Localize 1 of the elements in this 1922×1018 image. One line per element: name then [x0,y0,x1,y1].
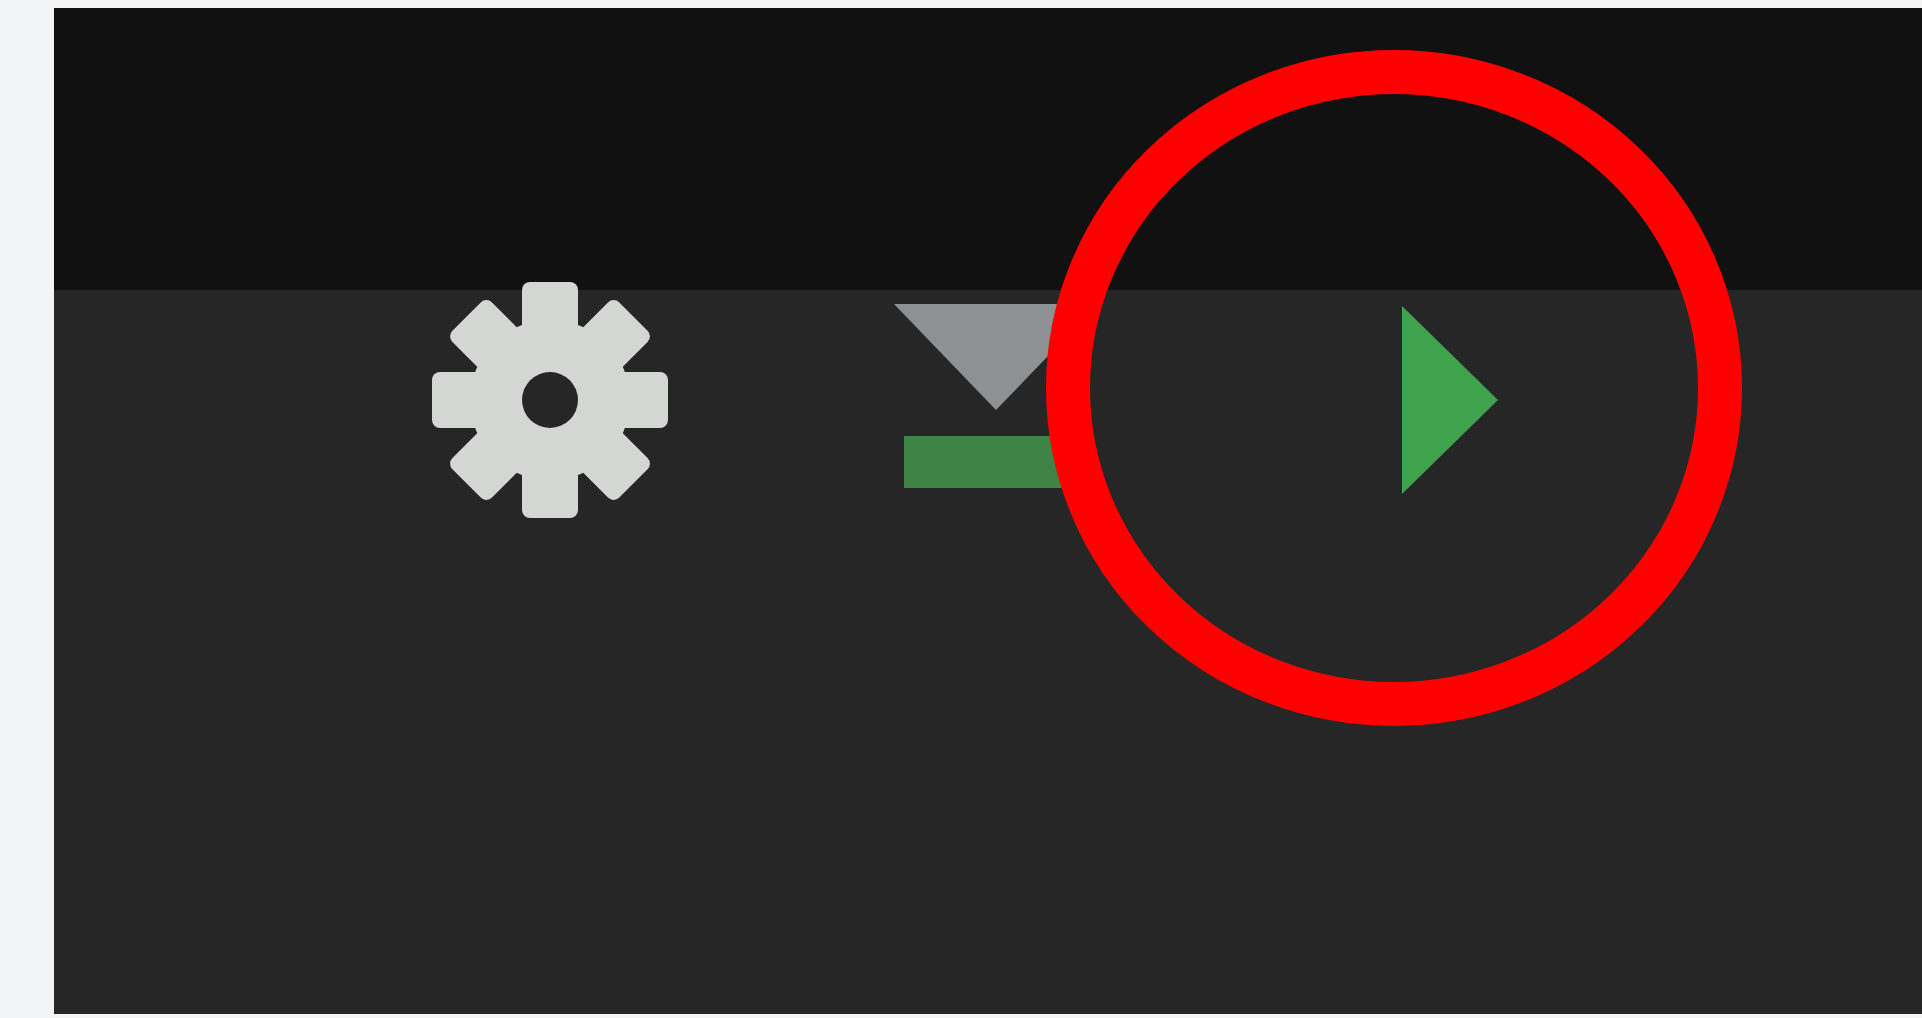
play-icon [1402,306,1498,494]
